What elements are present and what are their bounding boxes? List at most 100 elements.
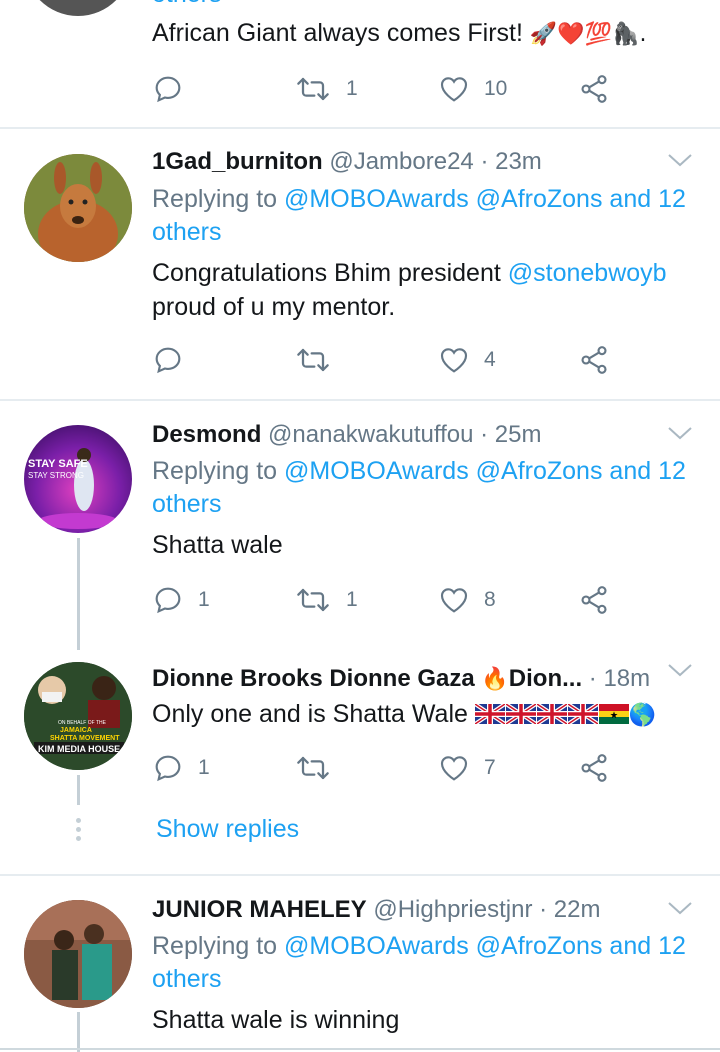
others-link[interactable]: others [152,965,221,993]
user-handle[interactable]: @nanakwakutuffou [268,421,473,448]
retweet-icon [297,348,329,372]
tweet-text: Shatta wale is winning [152,1006,400,1034]
display-name[interactable]: Desmond [152,421,261,448]
bottom-divider [0,1048,720,1050]
uk-flag-icon [536,700,568,728]
timestamp[interactable]: · 23m [480,148,541,175]
show-replies-link[interactable]: Show replies [156,815,299,844]
like-button[interactable]: 7 [438,746,496,790]
share-icon [581,346,607,374]
avatar[interactable] [24,0,132,16]
retweet-button[interactable]: 1 [294,67,358,111]
like-count: 10 [484,77,508,100]
avatar[interactable] [24,900,132,1008]
tweet-text: African Giant always comes First! 🚀❤️💯🦍. [152,19,647,47]
avatar[interactable]: STAY SAFE STAY STRONG [24,425,132,533]
tweet-menu-caret[interactable] [666,898,694,923]
heart-icon [440,756,468,781]
globe-emoji: 🌎 [628,703,657,728]
tweet-menu-caret[interactable] [666,423,694,448]
display-name[interactable]: 1Gad_burniton [152,148,323,175]
share-button[interactable] [578,67,610,111]
svg-text:ON BEHALF OF THE: ON BEHALF OF THE [58,720,107,726]
tweet-actions: 4 [152,338,632,382]
tweet-actions: 1 7 [152,746,632,790]
like-count: 8 [484,588,496,611]
uk-flag-icon [474,700,506,728]
share-icon [581,75,607,103]
thread-line [77,538,80,650]
heart-icon [440,588,468,613]
replying-mentions-link[interactable]: @MOBOAwards @AfroZons and 12 [284,932,686,960]
tweet-actions: 1 10 [152,67,632,111]
retweet-icon [297,588,329,612]
avatar[interactable] [24,154,132,262]
reply-button[interactable] [152,338,198,382]
others-link[interactable]: others [152,0,221,8]
display-name[interactable]: JUNIOR MAHELEY [152,896,367,923]
retweet-button[interactable]: 1 [294,578,358,622]
like-count: 7 [484,756,496,779]
reply-button[interactable] [152,67,198,111]
junior-maheley-avatar-image [24,900,132,1008]
others-link[interactable]: others [152,218,221,246]
reply-button[interactable]: 1 [152,578,210,622]
reply-icon [155,587,181,614]
reply-icon [155,347,181,374]
chevron-down-icon [668,154,692,167]
tweet-menu-caret[interactable] [666,150,694,175]
kangaroo-avatar-image [24,154,132,262]
tweet-header: 1Gad_burniton @Jambore24 · 23m [152,148,542,176]
thread-dots [76,818,81,845]
replying-mentions-link[interactable]: @MOBOAwards @AfroZons and 12 [284,185,686,213]
reply-context: Replying to @MOBOAwards @AfroZons and 12… [152,185,686,246]
fire-emoji: 🔥 [481,667,509,692]
mention-link[interactable]: @stonebwoyb [508,259,667,287]
tweet-header: Desmond @nanakwakutuffou · 25m [152,421,541,449]
retweet-button[interactable] [294,746,346,790]
retweet-icon [297,77,329,101]
replying-mentions-link[interactable]: @MOBOAwards @AfroZons and 12 [284,457,686,485]
like-count: 4 [484,348,496,371]
chevron-down-icon [668,427,692,440]
tweet-text: Only one and is Shatta Wale 🌎 [152,700,657,728]
reply-context: Replying to @MOBOAwards @AfroZons and 12… [152,932,686,993]
retweet-button[interactable] [294,338,346,382]
timestamp[interactable]: · 18m [589,665,650,692]
thread-line [77,775,80,805]
like-button[interactable]: 4 [438,338,496,382]
reply-context: Replying to @MOBOAwards @AfroZons and 12… [152,457,686,518]
others-link[interactable]: others [152,490,221,518]
timestamp[interactable]: · 22m [539,896,600,923]
stay-safe-avatar-image: STAY SAFE STAY STRONG [28,448,118,529]
share-button[interactable] [578,746,610,790]
share-button[interactable] [578,578,610,622]
divider [0,874,720,876]
share-icon [581,754,607,782]
like-button[interactable]: 8 [438,578,496,622]
retweet-count: 1 [346,77,358,100]
user-handle[interactable]: @Jambore24 [329,148,473,175]
display-name-truncated[interactable]: Dion... [509,665,582,692]
timestamp[interactable]: · 25m [480,421,541,448]
uk-flag-icon [505,700,537,728]
svg-text:JAMAICA: JAMAICA [60,727,92,734]
like-button[interactable]: 10 [438,67,507,111]
reply-context-partial: others [152,0,712,11]
share-icon [581,586,607,614]
tweet-header: JUNIOR MAHELEY @Highpriestjnr · 22m [152,896,600,924]
heart-icon [440,348,468,373]
ghana-flag-icon [598,700,629,728]
retweet-count: 1 [346,588,358,611]
display-name[interactable]: Dionne Brooks Dionne Gaza [152,665,475,692]
tweet-menu-caret[interactable] [666,660,694,685]
user-handle[interactable]: @Highpriestjnr [373,896,532,923]
uk-flag-icon [567,700,599,728]
avatar[interactable]: ON BEHALF OF THE JAMAICA SHATTA MOVEMENT… [24,662,132,770]
tweet-text: Shatta wale [152,531,283,559]
reply-icon [155,76,181,103]
thread-line [77,1012,80,1052]
svg-text:SHATTA MOVEMENT: SHATTA MOVEMENT [50,735,120,742]
reply-button[interactable]: 1 [152,746,210,790]
share-button[interactable] [578,338,610,382]
